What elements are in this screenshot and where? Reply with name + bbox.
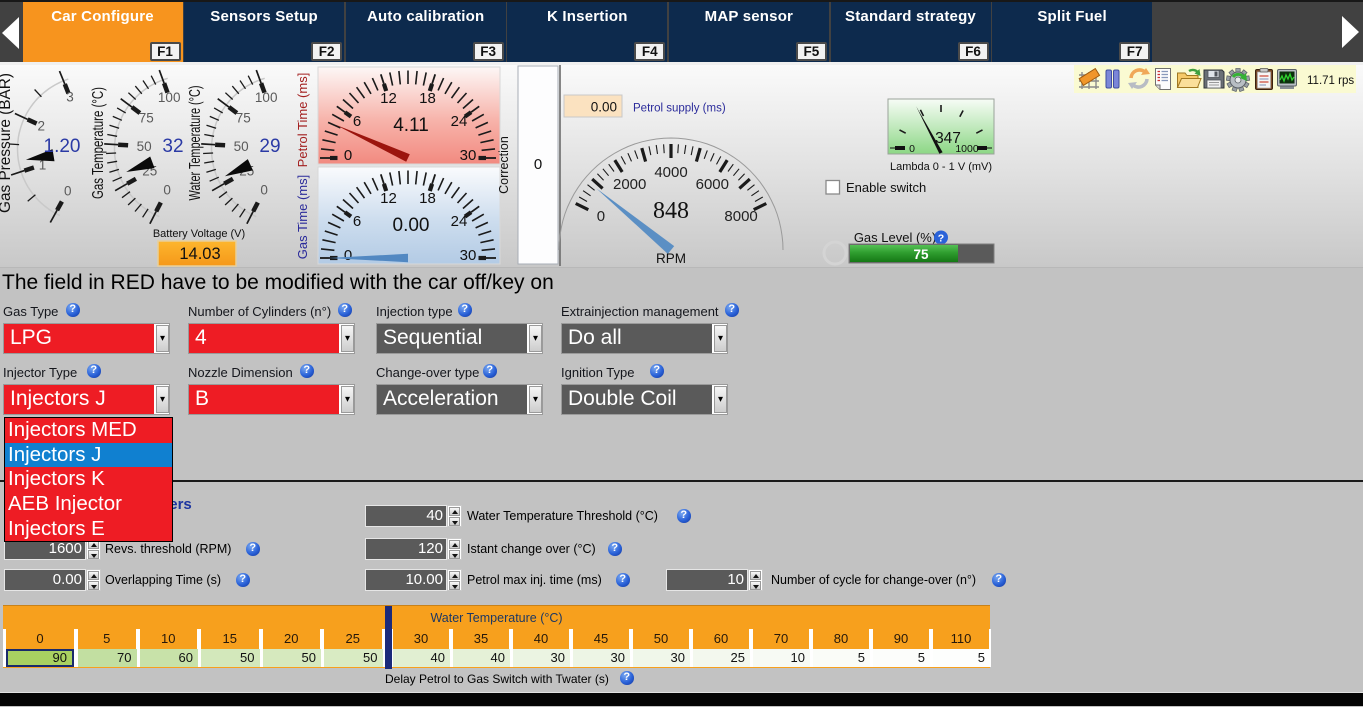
svg-text:24: 24 [451, 113, 468, 130]
svg-text:0: 0 [909, 143, 915, 155]
svg-text:347: 347 [935, 130, 961, 147]
svg-text:8000: 8000 [724, 208, 757, 225]
svg-text:100: 100 [158, 90, 181, 105]
svg-text:?: ? [938, 233, 944, 245]
svg-text:2: 2 [37, 118, 45, 133]
svg-text:0: 0 [344, 147, 352, 164]
svg-text:6000: 6000 [696, 176, 729, 193]
svg-text:Lambda 0 - 1 V (mV): Lambda 0 - 1 V (mV) [890, 161, 992, 173]
svg-text:Gas Pressure (BAR): Gas Pressure (BAR) [0, 73, 14, 213]
svg-text:848: 848 [653, 198, 689, 224]
svg-text:Water Temperature (°C): Water Temperature (°C) [187, 86, 204, 201]
svg-text:Gas Level (%): Gas Level (%) [854, 230, 936, 245]
svg-text:50: 50 [234, 139, 249, 154]
svg-text:Gas Temperature (°C): Gas Temperature (°C) [90, 87, 107, 199]
svg-text:3: 3 [66, 90, 74, 105]
svg-text:11.71 rps: 11.71 rps [1307, 75, 1354, 87]
svg-text:RPM: RPM [656, 251, 686, 266]
svg-text:50: 50 [137, 139, 152, 154]
svg-text:0: 0 [344, 247, 352, 264]
svg-text:2000: 2000 [613, 176, 646, 193]
svg-text:24: 24 [451, 213, 468, 230]
svg-text:30: 30 [460, 147, 477, 164]
svg-text:6: 6 [353, 213, 361, 230]
svg-text:6: 6 [353, 113, 361, 130]
svg-text:75: 75 [913, 247, 929, 262]
svg-text:0: 0 [163, 183, 171, 198]
svg-text:32: 32 [162, 136, 183, 157]
svg-text:14.03: 14.03 [179, 245, 220, 263]
svg-text:18: 18 [419, 190, 436, 207]
svg-text:0: 0 [64, 184, 72, 199]
svg-text:1.20: 1.20 [44, 136, 81, 157]
svg-text:4000: 4000 [654, 164, 687, 181]
svg-text:Enable switch: Enable switch [846, 180, 926, 195]
svg-text:12: 12 [380, 90, 397, 107]
svg-text:0.00: 0.00 [591, 100, 617, 115]
svg-text:100: 100 [255, 90, 278, 105]
svg-text:Petrol supply (ms): Petrol supply (ms) [633, 103, 726, 115]
svg-text:0: 0 [534, 156, 542, 173]
svg-text:75: 75 [236, 110, 251, 125]
svg-text:Gas Time (ms]: Gas Time (ms] [295, 175, 310, 260]
svg-text:4.11: 4.11 [393, 115, 429, 136]
svg-text:0: 0 [597, 208, 605, 225]
svg-text:Battery Voltage (V): Battery Voltage (V) [153, 228, 245, 240]
svg-text:75: 75 [139, 110, 154, 125]
svg-text:12: 12 [380, 190, 397, 207]
svg-text:Correction: Correction [497, 136, 511, 194]
svg-text:18: 18 [419, 90, 436, 107]
svg-text:0: 0 [260, 183, 268, 198]
svg-text:29: 29 [259, 136, 280, 157]
svg-text:Petrol Time (ms]: Petrol Time (ms] [295, 73, 310, 168]
svg-text:30: 30 [460, 247, 477, 264]
svg-text:0.00: 0.00 [393, 215, 430, 236]
